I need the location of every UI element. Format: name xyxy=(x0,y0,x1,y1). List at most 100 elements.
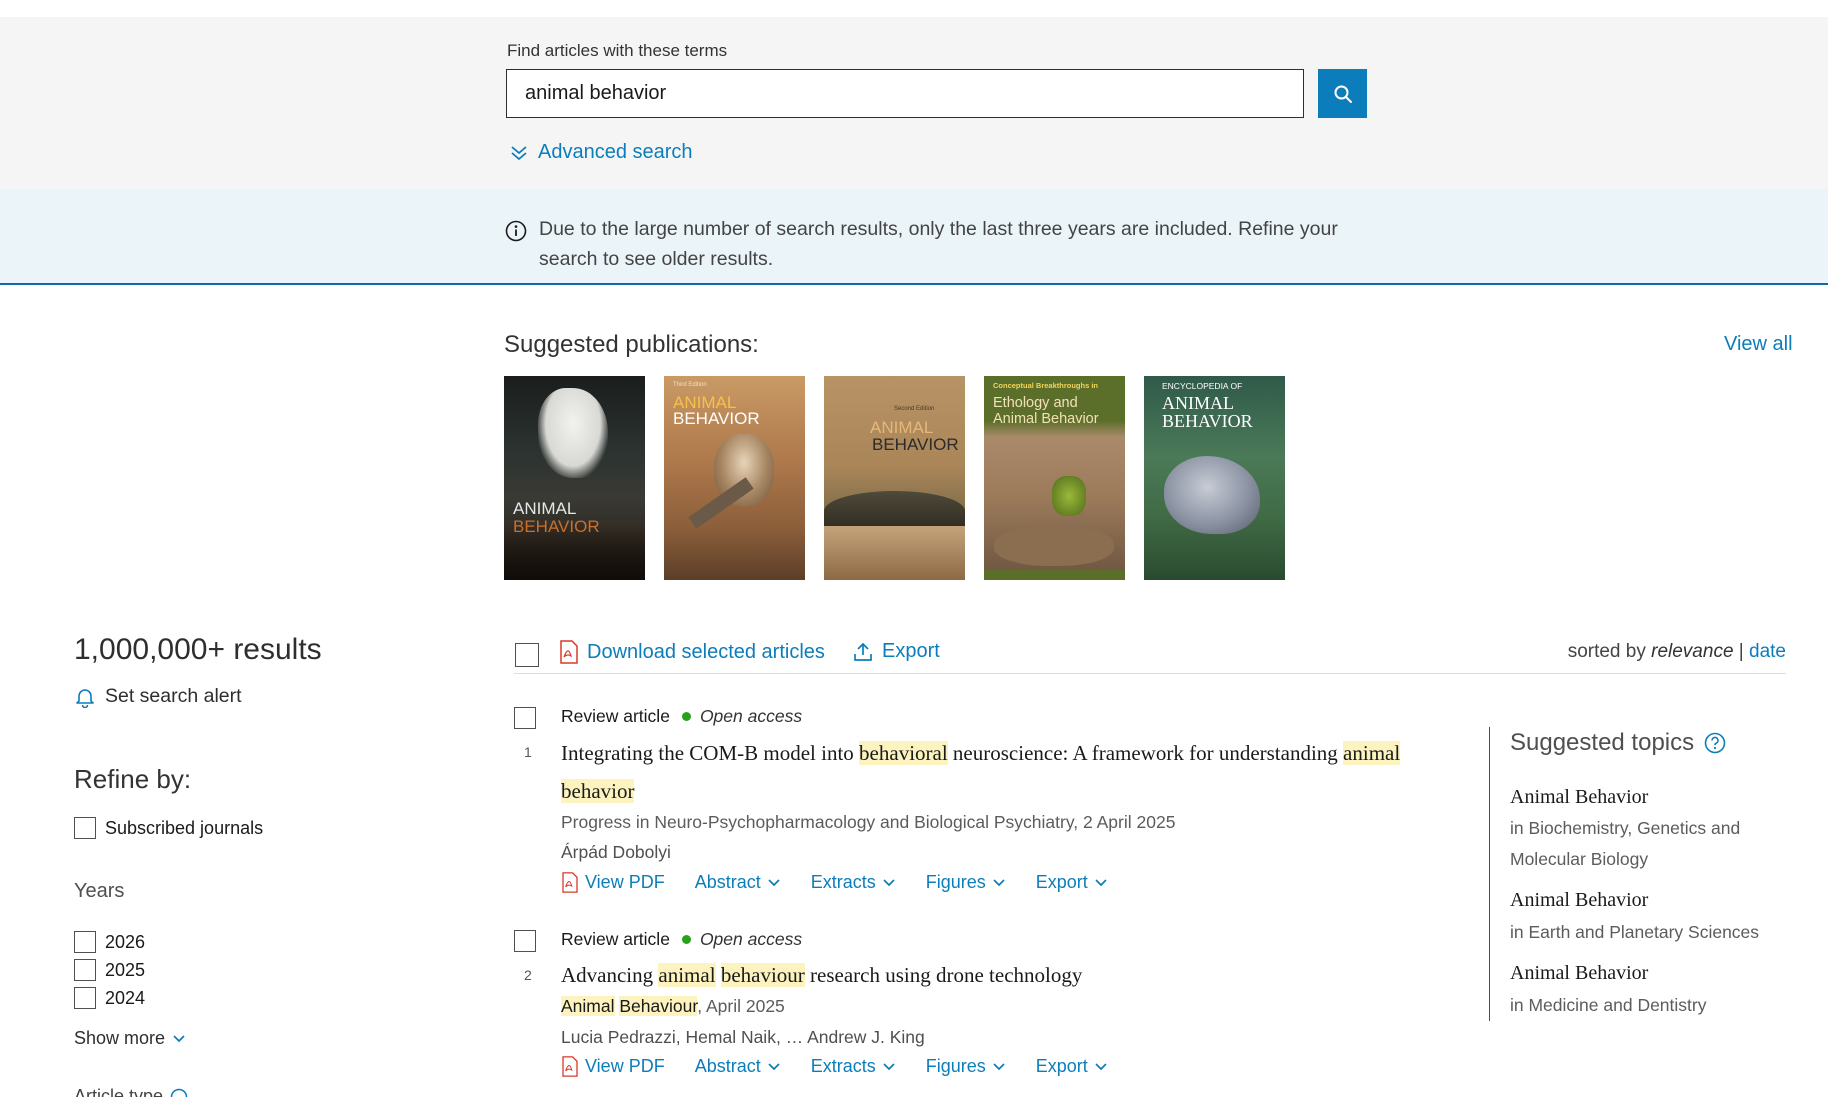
title-part: Advancing xyxy=(561,963,659,987)
abstract-toggle[interactable]: Abstract xyxy=(695,872,781,893)
topic-subject: in Medicine and Dentistry xyxy=(1510,995,1707,1015)
advanced-search-link[interactable]: Advanced search xyxy=(510,141,693,164)
view-pdf-link[interactable]: View PDF xyxy=(561,1056,665,1077)
publication-cover[interactable]: ANIMAL BEHAVIOR xyxy=(504,376,645,580)
publication-cover[interactable]: Third Edition ANIMAL BEHAVIOR xyxy=(664,376,805,580)
title-highlight: behavior xyxy=(561,779,635,803)
filter-subscribed-journals[interactable]: Subscribed journals xyxy=(74,817,263,839)
search-button[interactable] xyxy=(1318,69,1367,118)
result-checkbox[interactable] xyxy=(514,707,536,729)
refine-by-title: Refine by: xyxy=(74,764,192,794)
download-selected-label: Download selected articles xyxy=(587,640,825,663)
result-title-link[interactable]: Integrating the COM-B model into behavio… xyxy=(561,734,1461,810)
help-icon[interactable] xyxy=(1704,732,1726,754)
title-part: research using drone technology xyxy=(804,963,1083,987)
caiman-illustration xyxy=(824,491,965,531)
cover-title-line2: BEHAVIOR xyxy=(673,409,760,428)
subscribed-journals-checkbox[interactable] xyxy=(74,817,96,839)
result-meta: Review article Open access xyxy=(561,929,802,950)
year-checkbox[interactable] xyxy=(74,987,96,1009)
extracts-toggle[interactable]: Extracts xyxy=(811,1056,896,1077)
figures-toggle[interactable]: Figures xyxy=(926,872,1006,893)
sort-relevance[interactable]: relevance xyxy=(1651,641,1733,662)
results-toolbar: Download selected articles Export sorted… xyxy=(514,638,1786,674)
view-all-link[interactable]: View all xyxy=(1724,333,1793,356)
source-date: , April 2025 xyxy=(697,996,785,1016)
pdf-icon xyxy=(562,1056,578,1077)
title-highlight: animal xyxy=(1343,741,1401,765)
figures-label: Figures xyxy=(925,1056,986,1076)
lizard-illustration xyxy=(1052,476,1086,516)
figures-label: Figures xyxy=(925,872,986,892)
extracts-toggle[interactable]: Extracts xyxy=(811,872,896,893)
result-authors: Árpád Dobolyi xyxy=(561,842,671,862)
filter-year[interactable]: 2025 xyxy=(74,959,145,981)
chevron-down-icon xyxy=(993,1062,1005,1070)
export-label: Export xyxy=(882,640,940,662)
title-part: neuroscience: A framework for understand… xyxy=(947,741,1344,765)
topic-subject: in Biochemistry, Genetics and Molecular … xyxy=(1510,818,1741,869)
cover-title-line2: BEHAVIOR xyxy=(513,517,600,536)
help-icon[interactable] xyxy=(170,1088,188,1097)
year-checkbox[interactable] xyxy=(74,931,96,953)
result-checkbox[interactable] xyxy=(514,930,536,952)
topic-link[interactable]: Animal Behavior xyxy=(1510,786,1648,809)
article-type-filter-title: Article type xyxy=(74,1086,188,1097)
chevron-down-icon xyxy=(993,878,1005,886)
cover-edition: Second Edition xyxy=(894,406,935,412)
search-input[interactable] xyxy=(506,69,1304,118)
chevron-down-icon xyxy=(883,878,895,886)
advanced-search-label: Advanced search xyxy=(538,141,693,163)
year-label: 2025 xyxy=(105,959,146,980)
filter-year[interactable]: 2024 xyxy=(74,987,145,1009)
subscribed-journals-label: Subscribed journals xyxy=(105,817,264,838)
title-highlight: behaviour xyxy=(720,963,805,987)
open-access-label: Open access xyxy=(699,706,803,726)
publication-cover[interactable]: ENCYCLOPEDIA OF ANIMAL BEHAVIOR xyxy=(1144,376,1285,580)
topic-link[interactable]: Animal Behavior xyxy=(1510,889,1648,912)
topic-link[interactable]: Animal Behavior xyxy=(1510,962,1648,985)
download-selected-button[interactable]: Download selected articles xyxy=(559,640,825,664)
search-icon xyxy=(1334,85,1352,103)
extracts-label: Extracts xyxy=(810,1056,876,1076)
cover-title-line2: BEHAVIOR xyxy=(872,435,959,454)
sort-date-link[interactable]: date xyxy=(1749,641,1786,662)
result-source: Animal Behaviour, April 2025 xyxy=(561,996,785,1017)
cover-subtitle: ENCYCLOPEDIA OF xyxy=(1162,381,1243,391)
source-highlight: Behaviour xyxy=(619,996,698,1016)
cover-title-line2: Animal Behavior xyxy=(993,411,1099,427)
year-checkbox[interactable] xyxy=(74,959,96,981)
sorted-by-label: sorted by xyxy=(1567,641,1646,662)
abstract-label: Abstract xyxy=(694,872,761,892)
set-search-alert-link[interactable]: Set search alert xyxy=(74,685,242,708)
open-access-label: Open access xyxy=(699,929,803,949)
filter-year[interactable]: 2026 xyxy=(74,931,145,953)
result-authors: Lucia Pedrazzi, Hemal Naik, … Andrew J. … xyxy=(561,1027,925,1047)
result-title-link[interactable]: Advancing animal behaviour research usin… xyxy=(561,956,1082,994)
top-strip xyxy=(0,0,1828,17)
abstract-toggle[interactable]: Abstract xyxy=(695,1056,781,1077)
export-button[interactable]: Export xyxy=(853,640,940,663)
search-label: Find articles with these terms xyxy=(507,41,728,60)
publication-cover[interactable]: Conceptual Breakthroughs in Ethology and… xyxy=(984,376,1125,580)
chevron-down-icon xyxy=(768,1062,780,1070)
publication-cover[interactable]: ANIMAL BEHAVIOR Second Edition xyxy=(824,376,965,580)
figures-toggle[interactable]: Figures xyxy=(926,1056,1006,1077)
upload-icon xyxy=(854,642,872,661)
rock-illustration xyxy=(824,526,965,580)
view-pdf-link[interactable]: View PDF xyxy=(561,872,665,893)
title-part: Integrating the COM-B model into xyxy=(561,741,860,765)
select-all-checkbox[interactable] xyxy=(515,643,539,667)
iguana-illustration xyxy=(1164,456,1260,534)
open-access-dot xyxy=(681,935,691,944)
show-more-years-button[interactable]: Show more xyxy=(74,1028,186,1049)
extracts-label: Extracts xyxy=(810,872,876,892)
pdf-icon xyxy=(560,640,578,664)
abstract-label: Abstract xyxy=(694,1056,761,1076)
export-toggle[interactable]: Export xyxy=(1036,872,1108,893)
export-toggle[interactable]: Export xyxy=(1036,1056,1108,1077)
article-type: Review article xyxy=(561,929,670,949)
chevron-down-icon xyxy=(883,1062,895,1070)
export-label: Export xyxy=(1035,1056,1088,1076)
result-actions: View PDF Abstract Extracts Figures Expor… xyxy=(561,872,1138,893)
